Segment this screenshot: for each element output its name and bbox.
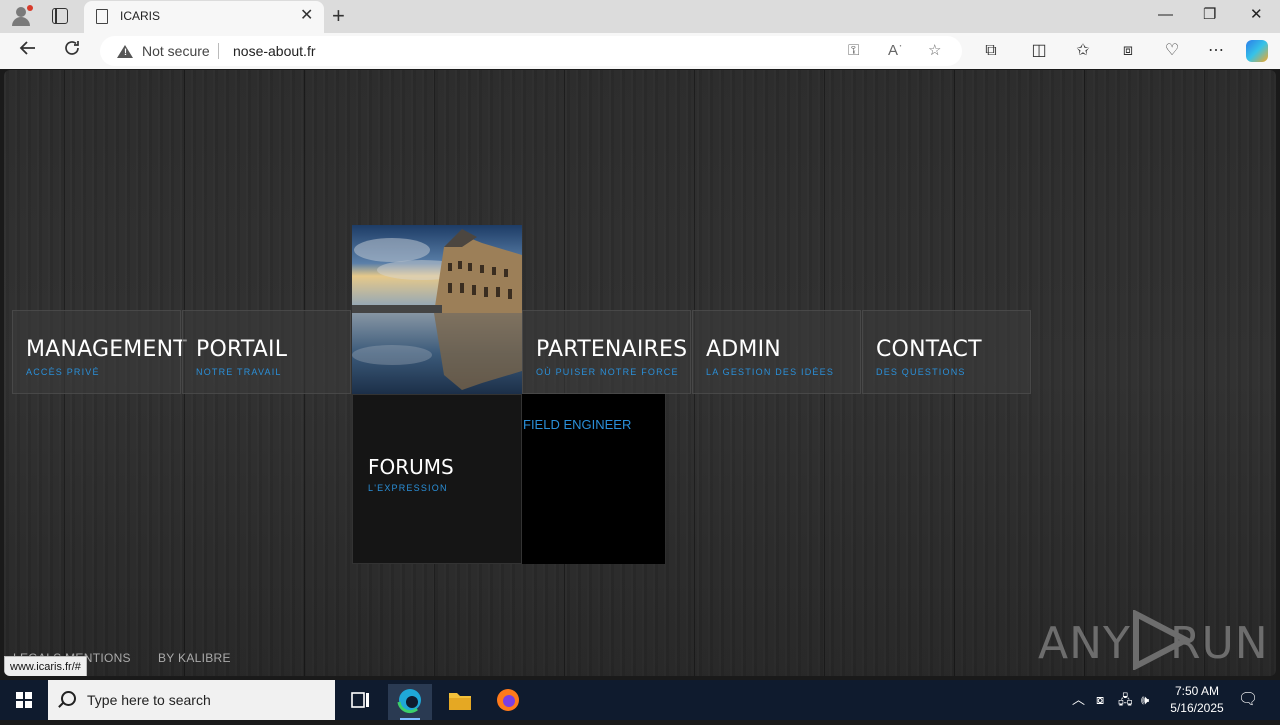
collections-icon[interactable]: ⧈ (1116, 41, 1140, 61)
start-button[interactable] (16, 692, 32, 708)
profile-icon[interactable] (10, 5, 33, 27)
volume-icon[interactable]: 🕪 (1141, 692, 1149, 708)
taskbar: Type here to search ︿ ⧇ 🖧 🕪 7:50 AM 5/16… (0, 680, 1280, 720)
refresh-icon (65, 41, 79, 55)
clock[interactable]: 7:50 AM 5/16/2025 (1162, 683, 1232, 717)
tab-bar: ICARIS ✕ + — ❐ ✕ (0, 0, 1280, 33)
notifications-icon[interactable]: 🗨 (1238, 692, 1258, 708)
tile-subtitle: Où puiser notre force (536, 367, 679, 377)
restore-button[interactable]: ❐ (1203, 6, 1216, 24)
by-kalibre-link[interactable]: BY KALIBRE (158, 651, 231, 665)
refresh-button[interactable] (60, 39, 84, 63)
new-tab-button[interactable]: + (332, 3, 345, 29)
show-hidden-icons[interactable]: ︿ (1072, 692, 1085, 708)
warning-icon[interactable]: ! (117, 45, 133, 58)
network-icon[interactable]: 🖧 (1118, 692, 1133, 708)
back-button[interactable] (16, 39, 40, 63)
tile-title: MANAGEMENT (26, 337, 187, 362)
folder-icon (449, 693, 471, 710)
tile-title: FORUMS (368, 455, 454, 479)
tile-forums[interactable]: FORUMS L'EXPRESSION (352, 394, 522, 564)
field-engineer-link[interactable]: FIELD ENGINEER (523, 417, 631, 432)
minimize-button[interactable]: — (1158, 6, 1173, 24)
tile-title: CONTACT (876, 337, 982, 362)
favorites-icon[interactable]: ✩ (1071, 41, 1095, 61)
tile-portail[interactable]: PORTAIL Notre travail (182, 310, 351, 394)
web-page: MANAGEMENT Accès privé PORTAIL Notre tra… (4, 70, 1276, 676)
key-icon[interactable]: ⚿ (848, 42, 859, 60)
tab-close-button[interactable]: ✕ (300, 7, 313, 25)
more-menu-icon[interactable]: ⋯ (1204, 41, 1228, 61)
tile-subtitle: L'EXPRESSION (368, 483, 448, 493)
tile-title: PORTAIL (196, 337, 288, 362)
watermark-left: ANY (1038, 618, 1131, 669)
watermark-right: RUN (1170, 618, 1269, 669)
tab-actions-icon[interactable] (52, 8, 68, 24)
edge-icon (397, 689, 421, 714)
tile-subtitle: Notre travail (196, 367, 282, 377)
tile-contact[interactable]: CONTACT Des questions (862, 310, 1031, 394)
favorite-star-icon[interactable]: ☆ (928, 42, 941, 60)
edge-taskbar-button[interactable] (388, 684, 432, 720)
address-bar[interactable]: ! Not secure nose-about.fr ⚿ A͘ ☆ (100, 36, 962, 66)
copilot-icon[interactable] (1246, 40, 1268, 62)
file-explorer-button[interactable] (438, 684, 482, 720)
tile-title: PARTENAIRES (536, 337, 688, 362)
divider (218, 43, 219, 59)
taskbar-search[interactable]: Type here to search (48, 680, 335, 720)
back-arrow-icon (19, 41, 35, 55)
firefox-button[interactable] (486, 684, 530, 720)
search-placeholder: Type here to search (87, 692, 211, 708)
read-aloud-icon[interactable]: A͘ (888, 42, 898, 60)
louvre-photo (352, 225, 522, 394)
status-bar-url: www.icaris.fr/# (4, 656, 87, 676)
tile-subtitle: Des questions (876, 367, 966, 377)
device-icon[interactable]: ⧇ (1096, 692, 1104, 708)
field-engineer-panel: FIELD ENGINEER (522, 394, 665, 564)
clock-date: 5/16/2025 (1170, 701, 1224, 715)
task-view-icon (351, 692, 369, 708)
firefox-icon (497, 689, 519, 711)
tab-icaris[interactable]: ICARIS ✕ (84, 1, 324, 33)
page-icon (96, 9, 108, 24)
tile-admin[interactable]: ADMIN La gestion des idées (692, 310, 861, 394)
tile-partenaires[interactable]: PARTENAIRES Où puiser notre force (522, 310, 691, 394)
tile-subtitle: Accès privé (26, 367, 100, 377)
tile-title: ADMIN (706, 337, 781, 362)
extensions-icon[interactable]: ⧉ (979, 41, 1003, 61)
security-label[interactable]: Not secure (142, 43, 210, 59)
search-icon (61, 691, 76, 706)
browser-essentials-icon[interactable]: ♡ (1160, 41, 1184, 61)
browser-toolbar: ! Not secure nose-about.fr ⚿ A͘ ☆ ⧉ ◫ ✩ … (0, 33, 1280, 69)
tile-subtitle: La gestion des idées (706, 367, 835, 377)
split-screen-icon[interactable]: ◫ (1027, 41, 1051, 61)
url-text[interactable]: nose-about.fr (233, 43, 316, 59)
tab-title: ICARIS (120, 9, 161, 23)
clock-time: 7:50 AM (1174, 684, 1220, 698)
tile-management[interactable]: MANAGEMENT Accès privé (12, 310, 187, 394)
task-view-button[interactable] (338, 684, 382, 720)
close-window-button[interactable]: ✕ (1250, 6, 1263, 24)
